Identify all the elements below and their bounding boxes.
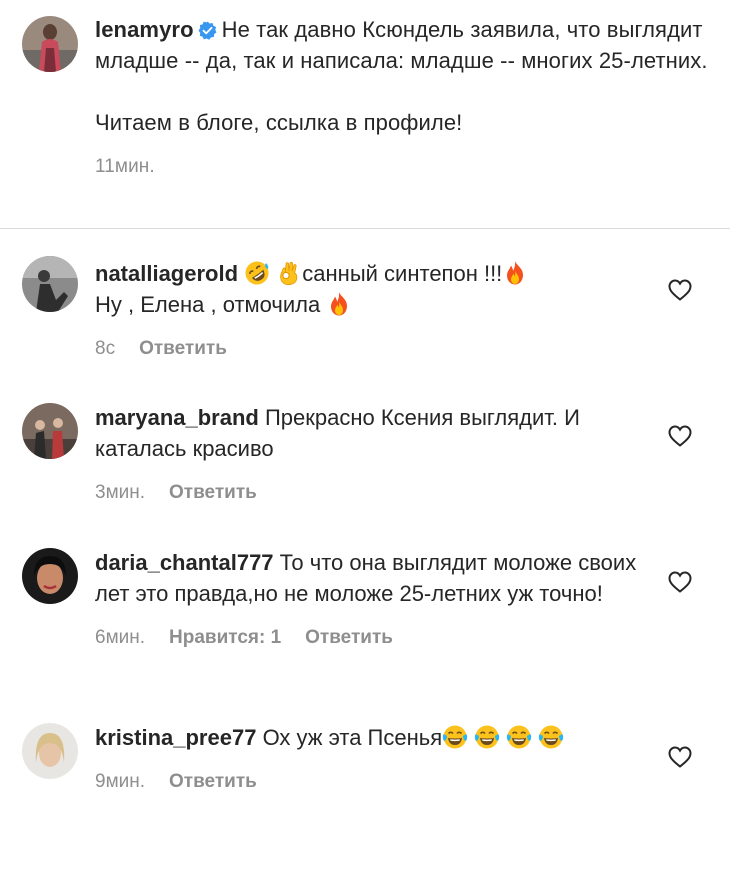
commenter-avatar[interactable] (22, 403, 78, 459)
commenter-avatar[interactable] (22, 723, 78, 779)
ok-hand-emoji (276, 260, 302, 286)
heart-icon[interactable] (668, 279, 692, 301)
comment-meta: 3мин. Ответить (95, 482, 655, 504)
joy-emoji (442, 724, 468, 750)
reply-button[interactable]: Ответить (305, 627, 393, 648)
caption-timestamp: 11мин. (95, 156, 155, 177)
comment-timestamp: 6мин. (95, 627, 146, 648)
comment-meta: 6мин. Нравится: 1 Ответить (95, 627, 655, 649)
likes-count[interactable]: Нравится: 1 (169, 627, 281, 648)
comment-text: Ох уж эта Псенья (262, 725, 443, 750)
comment-timestamp: 3мин. (95, 482, 146, 503)
caption-meta: 11мин. (95, 156, 710, 178)
verified-badge-icon (198, 17, 217, 36)
commenter-username[interactable]: maryana_brand (95, 405, 259, 430)
reply-button[interactable]: Ответить (139, 338, 227, 359)
commenter-avatar[interactable] (22, 256, 78, 312)
commenter-username[interactable]: natalliagerold (95, 261, 238, 286)
reply-button[interactable]: Ответить (169, 482, 257, 503)
heart-icon[interactable] (668, 571, 692, 593)
comment-timestamp: 8с (95, 338, 116, 359)
joy-emoji (474, 724, 500, 750)
rofl-emoji (244, 260, 270, 286)
commenter-username[interactable]: kristina_pree77 (95, 725, 256, 750)
comment-timestamp: 9мин. (95, 771, 146, 792)
commenter-avatar[interactable] (22, 548, 78, 604)
joy-emoji (506, 724, 532, 750)
joy-emoji (538, 724, 564, 750)
author-avatar[interactable] (22, 16, 78, 72)
commenter-username[interactable]: daria_chantal777 (95, 550, 274, 575)
comment-meta: 9мин. Ответить (95, 771, 655, 793)
comment-body: daria_chantal777 То что она выглядит мол… (95, 547, 655, 649)
comment-text: санный синтепон !!! (302, 261, 503, 286)
heart-icon[interactable] (668, 746, 692, 768)
comment-meta: 8с Ответить (95, 338, 655, 360)
fire-emoji (502, 260, 528, 286)
caption-text-2: Читаем в блоге, ссылка в профиле! (95, 110, 463, 135)
fire-emoji (326, 291, 352, 317)
post-caption: lenamyro Не так давно Ксюндель заявила, ч… (0, 0, 730, 229)
comment-body: natalliagerold санный синтепон !!! Ну , … (95, 258, 655, 360)
comment-body: kristina_pree77 Ох уж эта Псенья 9мин. От… (95, 722, 655, 793)
author-username[interactable]: lenamyro (95, 17, 194, 42)
caption-body: lenamyro Не так давно Ксюндель заявила, ч… (95, 14, 710, 178)
reply-button[interactable]: Ответить (169, 771, 257, 792)
comment-text-2: Ну , Елена , отмочила (95, 292, 321, 317)
comment-body: maryana_brand Прекрасно Ксения выглядит.… (95, 402, 655, 504)
heart-icon[interactable] (668, 425, 692, 447)
